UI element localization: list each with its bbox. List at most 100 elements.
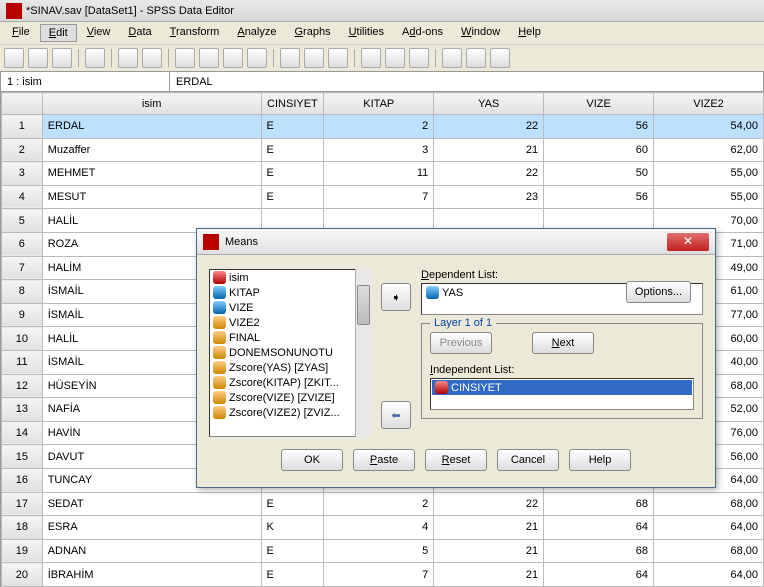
options-button[interactable]: Options... xyxy=(626,281,691,303)
redo-icon[interactable] xyxy=(142,48,162,68)
usevars-icon[interactable] xyxy=(442,48,462,68)
insert-var-icon[interactable] xyxy=(304,48,324,68)
row-number[interactable]: 3 xyxy=(2,162,43,186)
cell-cinsiyet[interactable]: E xyxy=(261,115,324,139)
cell-kitap[interactable]: 5 xyxy=(324,539,434,563)
move-to-independent-button[interactable]: ⬅ xyxy=(381,401,411,429)
table-row[interactable]: 1 ERDAL E 2 22 56 54,00 xyxy=(2,115,764,139)
variable-item[interactable]: isim xyxy=(210,270,370,285)
cell-isim[interactable]: ADNAN xyxy=(42,539,261,563)
select-icon[interactable] xyxy=(385,48,405,68)
find-icon[interactable] xyxy=(247,48,267,68)
cell-yas[interactable]: 22 xyxy=(434,162,544,186)
menu-data[interactable]: Data xyxy=(120,24,159,42)
cell-vize2[interactable]: 54,00 xyxy=(654,115,764,139)
show-all-icon[interactable] xyxy=(466,48,486,68)
cell-cinsiyet[interactable]: E xyxy=(261,539,324,563)
variable-item[interactable]: FINAL xyxy=(210,330,370,345)
cell-kitap[interactable]: 7 xyxy=(324,563,434,587)
table-row[interactable]: 4 MESUT E 7 23 56 55,00 xyxy=(2,185,764,209)
cell-isim[interactable]: MESUT xyxy=(42,185,261,209)
cell-address[interactable]: 1 : isim xyxy=(0,72,170,91)
scroll-thumb[interactable] xyxy=(357,285,370,325)
cell-cinsiyet[interactable]: E xyxy=(261,492,324,516)
spell-icon[interactable] xyxy=(490,48,510,68)
row-number[interactable]: 19 xyxy=(2,539,43,563)
value-labels-icon[interactable] xyxy=(409,48,429,68)
menu-window[interactable]: Window xyxy=(453,24,508,42)
cancel-button[interactable]: Cancel xyxy=(497,449,559,471)
cell-value[interactable]: ERDAL xyxy=(170,72,764,91)
table-row[interactable]: 17 SEDAT E 2 22 68 68,00 xyxy=(2,492,764,516)
paste-button[interactable]: Paste xyxy=(353,449,415,471)
cell-yas[interactable]: 21 xyxy=(434,516,544,540)
reset-button[interactable]: Reset xyxy=(425,449,487,471)
cell-vize[interactable]: 56 xyxy=(544,185,654,209)
row-number[interactable]: 7 xyxy=(2,256,43,280)
variable-list[interactable]: isimKITAPVIZEVIZE2FINALDONEMSONUNOTUZsco… xyxy=(209,269,371,437)
cell-vize2[interactable]: 55,00 xyxy=(654,185,764,209)
undo-icon[interactable] xyxy=(118,48,138,68)
row-number[interactable]: 1 xyxy=(2,115,43,139)
cell-kitap[interactable]: 7 xyxy=(324,185,434,209)
cell-vize2[interactable]: 55,00 xyxy=(654,162,764,186)
row-number[interactable]: 16 xyxy=(2,468,43,492)
dialog-title-bar[interactable]: Means ✕ xyxy=(197,229,715,255)
cell-vize[interactable]: 68 xyxy=(544,492,654,516)
cell-vize2[interactable]: 64,00 xyxy=(654,516,764,540)
cell-vize[interactable]: 68 xyxy=(544,539,654,563)
variable-item[interactable]: Zscore(YAS) [ZYAS] xyxy=(210,360,370,375)
variable-item[interactable]: DONEMSONUNOTU xyxy=(210,345,370,360)
menu-addons[interactable]: Add-ons xyxy=(394,24,451,42)
row-number[interactable]: 10 xyxy=(2,327,43,351)
menu-transform[interactable]: Transform xyxy=(162,24,228,42)
print-icon[interactable] xyxy=(52,48,72,68)
cell-yas[interactable]: 21 xyxy=(434,138,544,162)
row-number[interactable]: 12 xyxy=(2,374,43,398)
cell-kitap[interactable]: 2 xyxy=(324,115,434,139)
variable-item[interactable]: KITAP xyxy=(210,285,370,300)
goto-case-icon[interactable] xyxy=(175,48,195,68)
variable-item[interactable]: VIZE xyxy=(210,300,370,315)
help-button[interactable]: Help xyxy=(569,449,631,471)
split-icon[interactable] xyxy=(328,48,348,68)
variable-item[interactable]: Zscore(KITAP) [ZKIT... xyxy=(210,375,370,390)
col-header-rownum[interactable] xyxy=(2,93,43,115)
cell-kitap[interactable]: 3 xyxy=(324,138,434,162)
cell-isim[interactable]: ERDAL xyxy=(42,115,261,139)
cell-cinsiyet[interactable]: E xyxy=(261,563,324,587)
row-number[interactable]: 9 xyxy=(2,303,43,327)
close-button[interactable]: ✕ xyxy=(667,233,709,251)
menu-view[interactable]: View xyxy=(79,24,119,42)
menu-help[interactable]: Help xyxy=(510,24,549,42)
weight-icon[interactable] xyxy=(361,48,381,68)
row-number[interactable]: 8 xyxy=(2,280,43,304)
table-row[interactable]: 19 ADNAN E 5 21 68 68,00 xyxy=(2,539,764,563)
menu-analyze[interactable]: Analyze xyxy=(229,24,284,42)
cell-yas[interactable]: 21 xyxy=(434,563,544,587)
cell-isim[interactable]: SEDAT xyxy=(42,492,261,516)
table-row[interactable]: 20 İBRAHİM E 7 21 64 64,00 xyxy=(2,563,764,587)
col-header-vize[interactable]: VIZE xyxy=(544,93,654,115)
independent-list[interactable]: CINSIYET xyxy=(430,378,694,410)
variable-item[interactable]: Zscore(VIZE2) [ZVIZ... xyxy=(210,405,370,420)
row-number[interactable]: 11 xyxy=(2,350,43,374)
row-number[interactable]: 14 xyxy=(2,421,43,445)
goto-var-icon[interactable] xyxy=(199,48,219,68)
cell-cinsiyet[interactable]: E xyxy=(261,185,324,209)
cell-vize[interactable]: 64 xyxy=(544,563,654,587)
row-number[interactable]: 2 xyxy=(2,138,43,162)
row-number[interactable]: 6 xyxy=(2,232,43,256)
next-button[interactable]: Next xyxy=(532,332,594,354)
col-header-cinsiyet[interactable]: CINSIYET xyxy=(261,93,324,115)
dialog-recall-icon[interactable] xyxy=(85,48,105,68)
cell-vize[interactable]: 56 xyxy=(544,115,654,139)
row-number[interactable]: 15 xyxy=(2,445,43,469)
table-row[interactable]: 18 ESRA K 4 21 64 64,00 xyxy=(2,516,764,540)
cell-vize[interactable]: 64 xyxy=(544,516,654,540)
menu-utilities[interactable]: Utilities xyxy=(341,24,392,42)
cell-yas[interactable]: 22 xyxy=(434,492,544,516)
row-number[interactable]: 4 xyxy=(2,185,43,209)
cell-vize2[interactable]: 64,00 xyxy=(654,563,764,587)
cell-kitap[interactable]: 11 xyxy=(324,162,434,186)
